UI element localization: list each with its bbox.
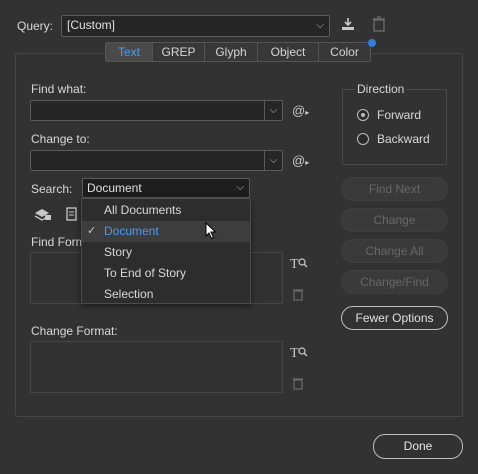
find-what-field[interactable]: ⌵ bbox=[30, 100, 283, 121]
menu-item-selection[interactable]: Selection bbox=[82, 284, 250, 305]
change-format-settings-icon[interactable]: T bbox=[290, 344, 308, 363]
radio-backward[interactable]: Backward bbox=[357, 132, 437, 148]
trash-icon[interactable] bbox=[292, 288, 304, 304]
tab-color[interactable]: Color bbox=[319, 39, 376, 61]
chevron-down-icon: ⌵ bbox=[236, 182, 244, 193]
menu-item-story[interactable]: Story bbox=[82, 242, 250, 263]
radio-forward-label: Forward bbox=[377, 108, 422, 122]
radio-indicator bbox=[357, 109, 369, 121]
mouse-cursor-icon bbox=[205, 221, 217, 243]
menu-item-to-end-of-story[interactable]: To End of Story bbox=[82, 263, 250, 284]
done-button[interactable]: Done bbox=[373, 434, 463, 459]
find-format-settings-icon[interactable]: T bbox=[290, 255, 308, 274]
direction-title: Direction bbox=[355, 82, 407, 96]
trash-icon[interactable] bbox=[371, 16, 387, 34]
include-locked-layers-icon[interactable] bbox=[34, 206, 52, 225]
tab-text[interactable]: Text bbox=[106, 43, 153, 61]
direction-group bbox=[342, 89, 447, 165]
change-button[interactable]: Change bbox=[341, 208, 448, 232]
menu-item-all-documents[interactable]: All Documents bbox=[82, 200, 250, 221]
menu-item-label: Story bbox=[104, 245, 133, 259]
chevron-down-icon[interactable]: ⌵ bbox=[264, 151, 282, 170]
svg-text:T: T bbox=[290, 346, 299, 360]
menu-item-label: Selection bbox=[104, 287, 154, 301]
query-value: [Custom] bbox=[67, 18, 116, 32]
search-label: Search: bbox=[31, 182, 73, 196]
menu-item-label: All Documents bbox=[104, 203, 182, 217]
notification-dot bbox=[368, 39, 376, 47]
special-characters-icon[interactable]: @▸ bbox=[292, 103, 309, 118]
tab-object[interactable]: Object bbox=[258, 43, 319, 61]
fewer-options-button[interactable]: Fewer Options bbox=[341, 306, 448, 330]
chevron-down-icon: ⌵ bbox=[316, 20, 324, 31]
menu-item-document[interactable]: ✓ Document bbox=[82, 221, 250, 242]
trash-icon[interactable] bbox=[292, 377, 304, 393]
search-scope-value: Document bbox=[87, 181, 142, 195]
query-label: Query: bbox=[17, 19, 54, 33]
svg-text:T: T bbox=[290, 257, 299, 271]
search-scope-menu: All Documents ✓ Document Story To End of… bbox=[81, 198, 251, 304]
change-format-box[interactable] bbox=[30, 341, 283, 393]
tab-color-label: Color bbox=[330, 45, 359, 59]
include-locked-stories-icon[interactable] bbox=[65, 206, 81, 225]
menu-item-label: Document bbox=[104, 224, 159, 238]
radio-forward[interactable]: Forward bbox=[357, 108, 437, 124]
search-scope-select[interactable]: Document ⌵ bbox=[82, 178, 250, 198]
checkmark-icon: ✓ bbox=[87, 225, 97, 237]
menu-item-label: To End of Story bbox=[104, 266, 187, 280]
radio-indicator bbox=[357, 133, 369, 145]
special-characters-icon[interactable]: @▸ bbox=[292, 153, 309, 168]
find-what-label: Find what: bbox=[31, 82, 87, 96]
change-to-field[interactable]: ⌵ bbox=[30, 150, 283, 171]
search-mode-tabs: Text GREP Glyph Object Color bbox=[105, 39, 376, 62]
tab-glyph[interactable]: Glyph bbox=[205, 43, 258, 61]
query-select[interactable]: [Custom] ⌵ bbox=[61, 15, 330, 37]
change-all-button[interactable]: Change All bbox=[341, 239, 448, 263]
radio-backward-label: Backward bbox=[377, 132, 430, 146]
change-format-label: Change Format: bbox=[31, 324, 118, 338]
change-find-button[interactable]: Change/Find bbox=[341, 270, 448, 294]
change-to-label: Change to: bbox=[31, 132, 90, 146]
find-next-button[interactable]: Find Next bbox=[341, 177, 448, 201]
tab-grep[interactable]: GREP bbox=[153, 43, 205, 61]
save-query-icon[interactable] bbox=[339, 16, 357, 34]
chevron-down-icon[interactable]: ⌵ bbox=[264, 101, 282, 120]
